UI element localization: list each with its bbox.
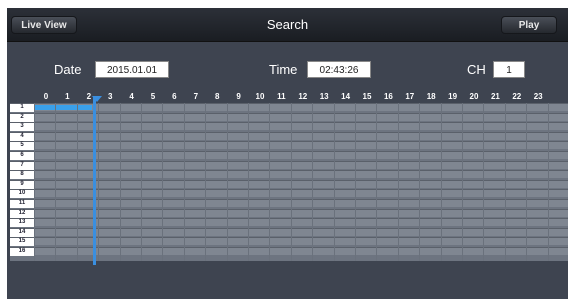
hour-gridline	[55, 103, 57, 261]
hour-label: 16	[383, 92, 393, 101]
hour-label: 19	[448, 92, 458, 101]
hour-gridline	[141, 103, 142, 261]
channel-number: 15	[10, 238, 34, 247]
play-button[interactable]: Play	[501, 16, 557, 34]
hour-gridline	[119, 103, 121, 261]
hour-label: 20	[469, 92, 479, 101]
hour-label: 3	[107, 92, 113, 101]
hour-gridline	[376, 103, 378, 261]
hour-label: 9	[236, 92, 241, 101]
channel-number: 8	[10, 171, 34, 180]
time-cursor[interactable]	[93, 96, 96, 265]
hour-label: 12	[298, 92, 308, 101]
hour-gridline	[76, 103, 78, 261]
channel-number: 4	[10, 132, 34, 141]
hour-gridline	[98, 103, 100, 261]
hour-label: 8	[214, 92, 220, 101]
hour-label: 17	[405, 92, 415, 101]
page-title: Search	[266, 17, 309, 32]
channel-label: CH	[467, 62, 486, 77]
hour-gridline	[226, 103, 228, 261]
search-screen: Live View Search Play Date 2015.01.01 Ti…	[7, 8, 568, 299]
hour-gridline	[183, 103, 185, 261]
top-bar: Live View Search Play	[7, 8, 568, 42]
hour-label: 14	[341, 92, 351, 101]
hour-gridline	[547, 103, 549, 261]
hour-label: 15	[362, 92, 372, 101]
hour-gridline	[162, 103, 164, 261]
hour-label: 13	[319, 92, 329, 101]
hour-gridline	[34, 103, 35, 261]
hour-label: 4	[129, 92, 134, 101]
hour-gridline	[504, 103, 506, 261]
hour-label: 18	[426, 92, 436, 101]
hour-gridline	[419, 103, 421, 261]
hour-label: 23	[533, 92, 543, 101]
channel-number: 3	[10, 123, 34, 132]
hour-label: 0	[43, 92, 49, 101]
recording-segment[interactable]	[34, 105, 92, 110]
hour-label: 22	[512, 92, 522, 101]
hour-label: 11	[277, 92, 286, 101]
hour-label: 1	[65, 92, 70, 101]
hour-gridline	[397, 103, 399, 261]
time-cursor-handle[interactable]	[92, 96, 102, 102]
channel-number: 2	[10, 113, 34, 122]
channel-field[interactable]: 1	[493, 61, 525, 78]
channel-number: 10	[10, 190, 34, 199]
hour-label: 21	[490, 92, 500, 101]
date-label: Date	[54, 62, 82, 77]
channel-number: 5	[10, 142, 34, 151]
hour-label: 7	[193, 92, 199, 101]
hour-gridline	[483, 103, 485, 261]
channel-number: 14	[10, 228, 34, 237]
hour-gridline	[269, 103, 271, 261]
hour-gridline	[248, 103, 249, 261]
hour-label: 10	[255, 92, 265, 101]
hour-gridline	[355, 103, 356, 261]
channel-number: 16	[10, 248, 34, 256]
channel-number: 13	[10, 219, 34, 228]
hour-label: 6	[172, 92, 177, 101]
hour-gridline	[205, 103, 207, 261]
hour-gridline	[312, 103, 314, 261]
hour-gridline	[462, 103, 463, 261]
date-field[interactable]: 2015.01.01	[95, 61, 169, 78]
channel-number: 6	[10, 152, 34, 160]
channel-number: 11	[10, 200, 34, 208]
time-label: Time	[269, 62, 298, 77]
hour-gridline	[440, 103, 442, 261]
hour-gridline	[526, 103, 528, 261]
channel-number: 9	[10, 180, 34, 189]
channel-number: 7	[10, 161, 34, 170]
hour-gridline	[333, 103, 335, 261]
hour-label: 5	[150, 92, 156, 101]
time-field[interactable]: 02:43:26	[307, 61, 371, 78]
channel-number: 1	[10, 104, 34, 112]
hour-gridline	[290, 103, 292, 261]
channel-number: 12	[10, 209, 34, 218]
